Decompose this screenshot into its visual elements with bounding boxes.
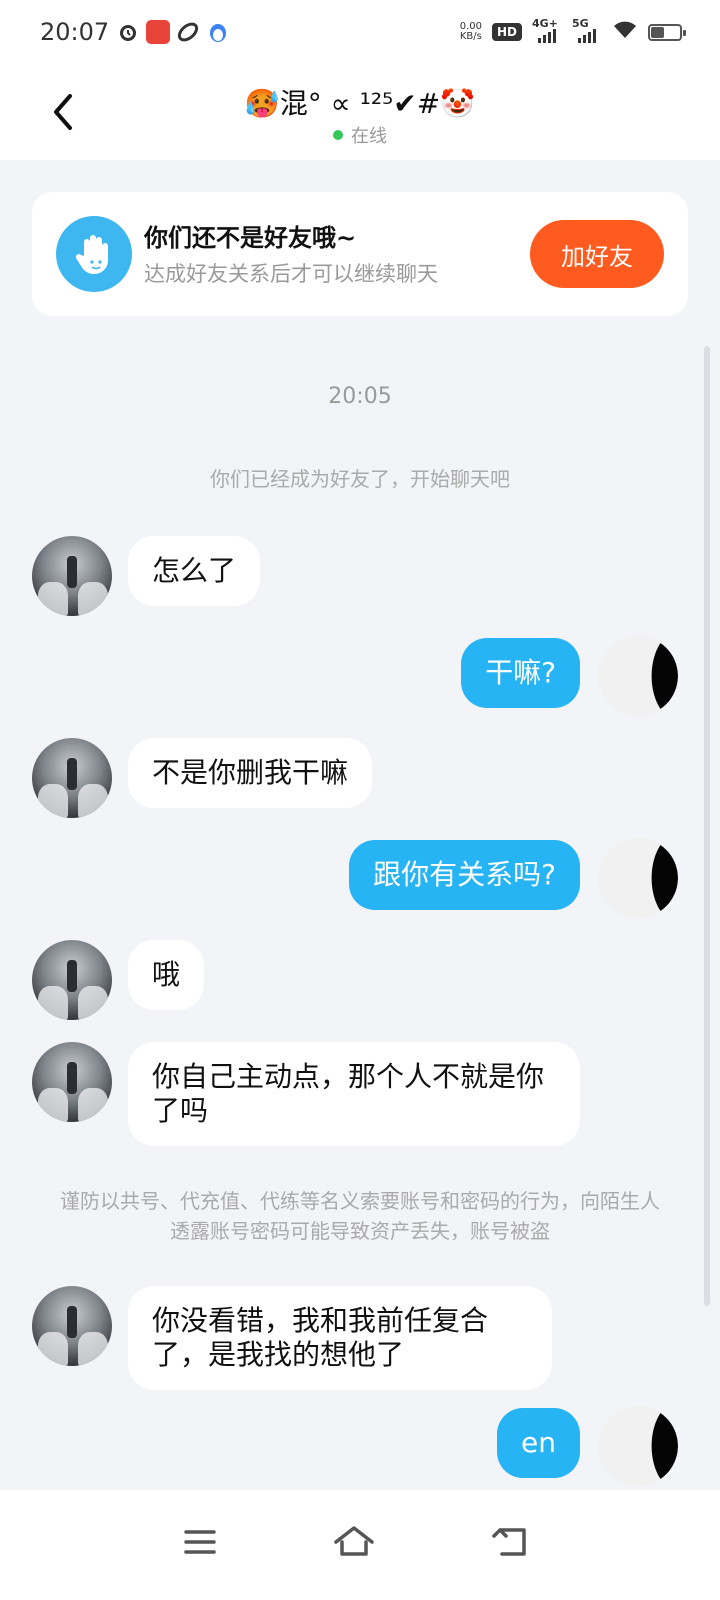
contact-avatar[interactable] (32, 1286, 112, 1366)
message-bubble-outgoing[interactable]: 干嘛? (461, 638, 580, 708)
online-dot-icon (333, 130, 343, 140)
wifi-icon (612, 20, 638, 44)
system-nav-bar (0, 1490, 720, 1600)
friend-card-subtitle: 达成好友关系后才可以继续聊天 (144, 262, 438, 286)
app-notification-icon (146, 20, 170, 44)
message-bubble-incoming[interactable]: 你自己主动点，那个人不就是你了吗 (128, 1042, 580, 1146)
system-friend-notice: 你们已经成为好友了，开始聊天吧 (210, 467, 510, 491)
chat-header: 🥵混° ∝ ¹²⁵✔#🤡 在线 (0, 66, 720, 160)
add-friend-button[interactable]: 加好友 (530, 220, 664, 288)
my-avatar[interactable] (598, 636, 678, 716)
message-bubble-outgoing[interactable]: 跟你有关系吗? (349, 840, 580, 910)
contact-avatar[interactable] (32, 1042, 112, 1122)
home-icon[interactable] (332, 1520, 376, 1564)
signal-5g-icon: 5G (572, 17, 602, 43)
message-timestamp: 20:05 (328, 384, 392, 409)
wave-hand-icon (56, 216, 132, 292)
back-nav-icon[interactable] (490, 1520, 534, 1564)
signal-4g-icon: 4G+ (532, 17, 562, 43)
contact-avatar[interactable] (32, 940, 112, 1020)
online-status: 在线 (0, 122, 720, 148)
system-status-icons: 0.00 KB/s HD 4G+ 5G (459, 17, 686, 44)
menu-icon[interactable] (178, 1520, 222, 1564)
notification-icons (116, 20, 230, 44)
message-bubble-incoming[interactable]: 你没看错，我和我前任复合了，是我找的想他了 (128, 1286, 552, 1390)
status-bar: 20:07 0.00 KB/s HD 4G+ 5G (0, 0, 720, 66)
my-avatar[interactable] (598, 1406, 678, 1486)
friend-card-title: 你们还不是好友哦~ (144, 224, 357, 252)
status-time: 20:07 (40, 18, 110, 46)
message-bubble-incoming[interactable]: 哦 (128, 940, 205, 1010)
friend-request-card: 你们还不是好友哦~ 达成好友关系后才可以继续聊天 加好友 (32, 192, 688, 316)
online-status-label: 在线 (351, 126, 387, 147)
alarm-icon (116, 20, 140, 44)
security-notice: 谨防以共号、代充值、代练等名义索要账号和密码的行为，向陌生人透露账号密码可能导致… (60, 1189, 660, 1243)
net-speed: 0.00 KB/s (459, 21, 482, 42)
hd-icon: HD (491, 23, 522, 41)
contact-avatar[interactable] (32, 738, 112, 818)
message-bubble-incoming[interactable]: 不是你删我干嘛 (128, 738, 373, 808)
contact-name[interactable]: 🥵混° ∝ ¹²⁵✔#🤡 (0, 82, 720, 122)
battery-icon (648, 23, 686, 41)
message-bubble-outgoing[interactable]: en (497, 1408, 580, 1478)
my-avatar[interactable] (598, 838, 678, 918)
penguin-app-icon (206, 20, 230, 44)
link-app-icon (176, 20, 200, 44)
message-bubble-incoming[interactable]: 怎么了 (128, 536, 261, 606)
contact-avatar[interactable] (32, 536, 112, 616)
